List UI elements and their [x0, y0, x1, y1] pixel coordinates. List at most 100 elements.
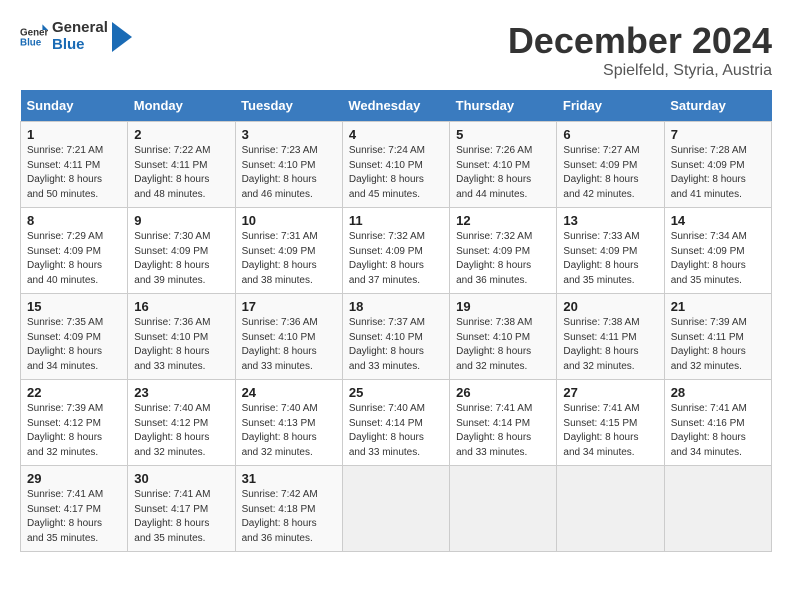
page-title: December 2024 [508, 20, 772, 62]
calendar-cell: 9 Sunrise: 7:30 AMSunset: 4:09 PMDaylight… [128, 208, 235, 294]
day-info: Sunrise: 7:35 AMSunset: 4:09 PMDaylight:… [27, 316, 121, 374]
page-subtitle: Spielfeld, Styria, Austria [508, 62, 772, 80]
calendar-cell: 14Sunrise: 7:34 AMSunset: 4:09 PMDayligh… [664, 208, 771, 294]
day-info: Sunrise: 7:39 AMSunset: 4:11 PMDaylight:… [671, 316, 765, 374]
calendar-cell: 17 Sunrise: 7:36 AMSunset: 4:10 PMDayligh… [235, 294, 342, 380]
day-number: 21 [671, 299, 765, 314]
calendar-header-wednesday: Wednesday [342, 90, 449, 122]
day-number: 10 [242, 213, 336, 228]
day-number: 29 [27, 471, 121, 486]
day-number: 3 [242, 127, 336, 142]
day-number: 19 [456, 299, 550, 314]
calendar-cell: 15 Sunrise: 7:35 AMSunset: 4:09 PMDayligh… [21, 294, 128, 380]
logo-icon: General Blue [20, 23, 48, 51]
calendar-cell: 3 Sunrise: 7:23 AMSunset: 4:10 PMDaylight… [235, 122, 342, 208]
day-number: 1 [27, 127, 121, 142]
calendar-cell: 28Sunrise: 7:41 AMSunset: 4:16 PMDayligh… [664, 380, 771, 466]
day-info: Sunrise: 7:42 AMSunset: 4:18 PMDaylight:… [242, 488, 336, 546]
day-number: 11 [349, 213, 443, 228]
day-number: 26 [456, 385, 550, 400]
logo-general-text: General [52, 20, 108, 37]
calendar-week-row: 29 Sunrise: 7:41 AMSunset: 4:17 PMDayligh… [21, 466, 772, 552]
day-info: Sunrise: 7:28 AMSunset: 4:09 PMDaylight:… [671, 144, 765, 202]
day-info: Sunrise: 7:36 AMSunset: 4:10 PMDaylight:… [242, 316, 336, 374]
calendar-week-row: 8 Sunrise: 7:29 AMSunset: 4:09 PMDaylight… [21, 208, 772, 294]
calendar-header-thursday: Thursday [450, 90, 557, 122]
day-info: Sunrise: 7:40 AMSunset: 4:13 PMDaylight:… [242, 402, 336, 460]
calendar-header-sunday: Sunday [21, 90, 128, 122]
calendar-week-row: 22 Sunrise: 7:39 AMSunset: 4:12 PMDayligh… [21, 380, 772, 466]
day-info: Sunrise: 7:38 AMSunset: 4:10 PMDaylight:… [456, 316, 550, 374]
calendar-cell: 1 Sunrise: 7:21 AMSunset: 4:11 PMDaylight… [21, 122, 128, 208]
day-number: 27 [563, 385, 657, 400]
day-number: 20 [563, 299, 657, 314]
day-info: Sunrise: 7:33 AMSunset: 4:09 PMDaylight:… [563, 230, 657, 288]
calendar-header-row: SundayMondayTuesdayWednesdayThursdayFrid… [21, 90, 772, 122]
calendar-cell: 24 Sunrise: 7:40 AMSunset: 4:13 PMDayligh… [235, 380, 342, 466]
day-number: 14 [671, 213, 765, 228]
calendar-cell: 10 Sunrise: 7:31 AMSunset: 4:09 PMDayligh… [235, 208, 342, 294]
calendar-cell: 25 Sunrise: 7:40 AMSunset: 4:14 PMDayligh… [342, 380, 449, 466]
calendar-cell: 20Sunrise: 7:38 AMSunset: 4:11 PMDayligh… [557, 294, 664, 380]
day-number: 31 [242, 471, 336, 486]
day-info: Sunrise: 7:31 AMSunset: 4:09 PMDaylight:… [242, 230, 336, 288]
calendar-cell: 27 Sunrise: 7:41 AMSunset: 4:15 PMDayligh… [557, 380, 664, 466]
day-number: 5 [456, 127, 550, 142]
day-info: Sunrise: 7:24 AMSunset: 4:10 PMDaylight:… [349, 144, 443, 202]
calendar-cell: 6Sunrise: 7:27 AMSunset: 4:09 PMDaylight… [557, 122, 664, 208]
day-number: 23 [134, 385, 228, 400]
day-info: Sunrise: 7:39 AMSunset: 4:12 PMDaylight:… [27, 402, 121, 460]
day-number: 17 [242, 299, 336, 314]
day-number: 30 [134, 471, 228, 486]
day-info: Sunrise: 7:41 AMSunset: 4:17 PMDaylight:… [27, 488, 121, 546]
logo-blue-text: Blue [52, 37, 108, 54]
calendar-cell: 31 Sunrise: 7:42 AMSunset: 4:18 PMDayligh… [235, 466, 342, 552]
day-info: Sunrise: 7:29 AMSunset: 4:09 PMDaylight:… [27, 230, 121, 288]
day-number: 22 [27, 385, 121, 400]
day-number: 28 [671, 385, 765, 400]
day-number: 8 [27, 213, 121, 228]
day-number: 9 [134, 213, 228, 228]
calendar-cell: 12Sunrise: 7:32 AMSunset: 4:09 PMDayligh… [450, 208, 557, 294]
day-number: 24 [242, 385, 336, 400]
day-info: Sunrise: 7:30 AMSunset: 4:09 PMDaylight:… [134, 230, 228, 288]
calendar-cell: 30Sunrise: 7:41 AMSunset: 4:17 PMDayligh… [128, 466, 235, 552]
day-info: Sunrise: 7:36 AMSunset: 4:10 PMDaylight:… [134, 316, 228, 374]
logo: General Blue General Blue [20, 20, 132, 53]
title-area: December 2024 Spielfeld, Styria, Austria [508, 20, 772, 80]
calendar-cell [557, 466, 664, 552]
calendar-cell: 16 Sunrise: 7:36 AMSunset: 4:10 PMDayligh… [128, 294, 235, 380]
calendar-cell: 11 Sunrise: 7:32 AMSunset: 4:09 PMDayligh… [342, 208, 449, 294]
day-info: Sunrise: 7:40 AMSunset: 4:14 PMDaylight:… [349, 402, 443, 460]
day-number: 13 [563, 213, 657, 228]
day-number: 2 [134, 127, 228, 142]
day-number: 25 [349, 385, 443, 400]
calendar-cell: 18Sunrise: 7:37 AMSunset: 4:10 PMDayligh… [342, 294, 449, 380]
day-number: 16 [134, 299, 228, 314]
calendar-cell: 5 Sunrise: 7:26 AMSunset: 4:10 PMDaylight… [450, 122, 557, 208]
day-info: Sunrise: 7:26 AMSunset: 4:10 PMDaylight:… [456, 144, 550, 202]
calendar-cell: 4Sunrise: 7:24 AMSunset: 4:10 PMDaylight… [342, 122, 449, 208]
calendar-cell: 7 Sunrise: 7:28 AMSunset: 4:09 PMDaylight… [664, 122, 771, 208]
day-info: Sunrise: 7:22 AMSunset: 4:11 PMDaylight:… [134, 144, 228, 202]
calendar-cell: 8 Sunrise: 7:29 AMSunset: 4:09 PMDaylight… [21, 208, 128, 294]
day-number: 15 [27, 299, 121, 314]
logo-arrow-icon [112, 22, 132, 52]
calendar-week-row: 15 Sunrise: 7:35 AMSunset: 4:09 PMDayligh… [21, 294, 772, 380]
day-info: Sunrise: 7:21 AMSunset: 4:11 PMDaylight:… [27, 144, 121, 202]
day-number: 7 [671, 127, 765, 142]
day-info: Sunrise: 7:41 AMSunset: 4:15 PMDaylight:… [563, 402, 657, 460]
calendar-cell [664, 466, 771, 552]
calendar-cell: 19 Sunrise: 7:38 AMSunset: 4:10 PMDayligh… [450, 294, 557, 380]
calendar-cell: 26 Sunrise: 7:41 AMSunset: 4:14 PMDayligh… [450, 380, 557, 466]
calendar-header-friday: Friday [557, 90, 664, 122]
day-info: Sunrise: 7:41 AMSunset: 4:14 PMDaylight:… [456, 402, 550, 460]
day-info: Sunrise: 7:37 AMSunset: 4:10 PMDaylight:… [349, 316, 443, 374]
calendar-cell [342, 466, 449, 552]
day-info: Sunrise: 7:23 AMSunset: 4:10 PMDaylight:… [242, 144, 336, 202]
day-info: Sunrise: 7:32 AMSunset: 4:09 PMDaylight:… [456, 230, 550, 288]
calendar-cell [450, 466, 557, 552]
calendar-header-monday: Monday [128, 90, 235, 122]
calendar-cell: 13 Sunrise: 7:33 AMSunset: 4:09 PMDayligh… [557, 208, 664, 294]
day-info: Sunrise: 7:32 AMSunset: 4:09 PMDaylight:… [349, 230, 443, 288]
